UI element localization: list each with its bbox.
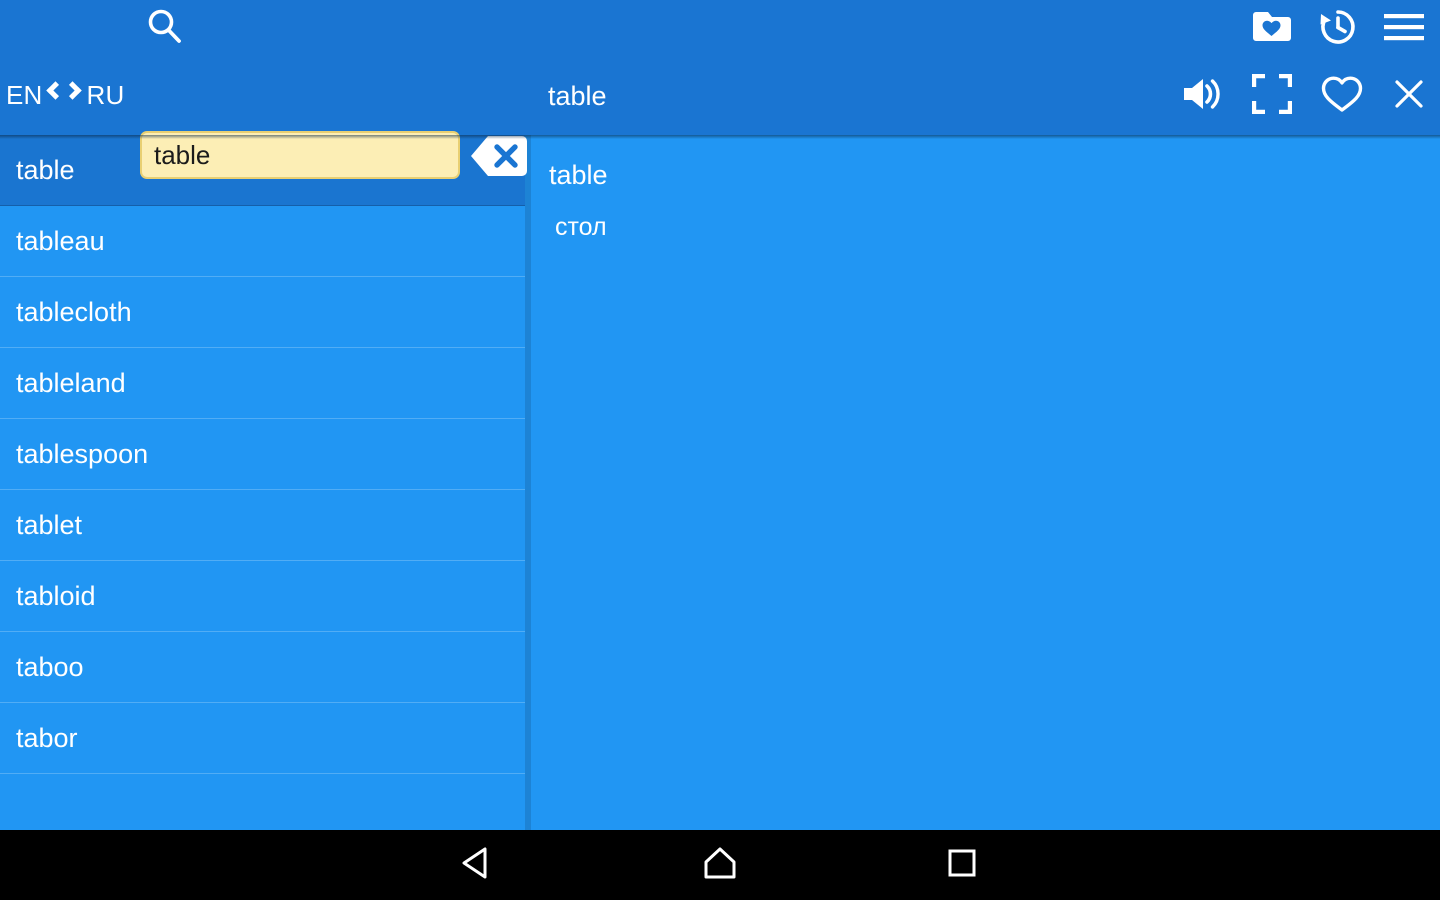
heart-outline-icon — [1320, 74, 1364, 119]
detail-title: table — [548, 81, 607, 111]
fullscreen-icon — [1251, 73, 1293, 119]
folder-heart-icon — [1250, 7, 1294, 52]
detail-pane: table стол — [537, 135, 1440, 830]
word-list-item-label: table — [16, 154, 75, 185]
chevron-left-icon[interactable] — [43, 79, 65, 111]
toolbar-icon-group — [1250, 0, 1426, 58]
android-back-icon — [461, 846, 493, 885]
history-icon — [1316, 5, 1360, 54]
word-list-item[interactable]: tableau — [0, 206, 525, 277]
word-list[interactable]: table tableau tablecloth tableland tablespoo… — [0, 135, 531, 830]
toolbar-primary-row — [0, 0, 1440, 58]
word-list-item[interactable]: tablet — [0, 490, 525, 561]
word-list-item[interactable]: tableland — [0, 348, 525, 419]
menu-button[interactable] — [1382, 10, 1426, 49]
target-language-label: RU — [86, 80, 125, 110]
add-favorite-button[interactable] — [1320, 74, 1364, 119]
word-list-item-label: tablet — [16, 509, 83, 540]
android-recents-button[interactable] — [917, 830, 1007, 900]
app-root: EN RU table table table tableau tableclo… — [0, 0, 1440, 900]
word-list-item-label: tableau — [16, 225, 105, 256]
word-list-item-label: tableland — [16, 367, 126, 398]
detail-action-group — [1180, 58, 1426, 135]
word-list-item-label: tabloid — [16, 580, 96, 611]
word-list-item-label: taboo — [16, 651, 84, 682]
android-home-button[interactable] — [675, 830, 765, 900]
word-list-item[interactable]: tablecloth — [0, 277, 525, 348]
top-toolbar: EN RU table — [0, 0, 1440, 179]
detail-translation: стол — [555, 213, 607, 241]
close-x-icon — [1392, 77, 1426, 116]
source-language-label: EN — [6, 80, 43, 110]
android-back-button[interactable] — [432, 830, 522, 900]
close-detail-button[interactable] — [1392, 77, 1426, 116]
history-button[interactable] — [1316, 5, 1360, 54]
android-home-icon — [703, 846, 737, 885]
word-list-item[interactable]: tablespoon — [0, 419, 525, 490]
word-list-item-label: tablecloth — [16, 296, 132, 327]
word-list-item[interactable]: taboo — [0, 632, 525, 703]
hamburger-menu-icon — [1382, 10, 1426, 49]
main-content: table tableau tablecloth tableland tablespoo… — [0, 135, 1440, 830]
android-navigation-bar — [0, 830, 1440, 900]
chevron-right-icon[interactable] — [62, 79, 87, 111]
word-list-item-label: tablespoon — [16, 438, 149, 469]
word-list-item[interactable]: tabor — [0, 703, 525, 774]
clear-search-button[interactable] — [470, 134, 528, 178]
search-button[interactable] — [134, 1, 196, 57]
search-icon — [144, 6, 186, 53]
volume-speaker-icon — [1180, 74, 1224, 119]
favorites-button[interactable] — [1250, 7, 1294, 52]
toolbar-secondary-row: EN RU table — [0, 58, 1440, 179]
backspace-clear-icon — [470, 136, 528, 182]
android-recents-icon — [947, 848, 977, 883]
word-list-item-label: tabor — [16, 722, 78, 753]
word-list-item[interactable]: tabloid — [0, 561, 525, 632]
language-switcher[interactable]: EN RU — [6, 70, 124, 120]
detail-headword: table — [549, 160, 608, 190]
speak-button[interactable] — [1180, 74, 1224, 119]
fullscreen-button[interactable] — [1251, 73, 1293, 119]
search-input[interactable] — [140, 131, 460, 179]
